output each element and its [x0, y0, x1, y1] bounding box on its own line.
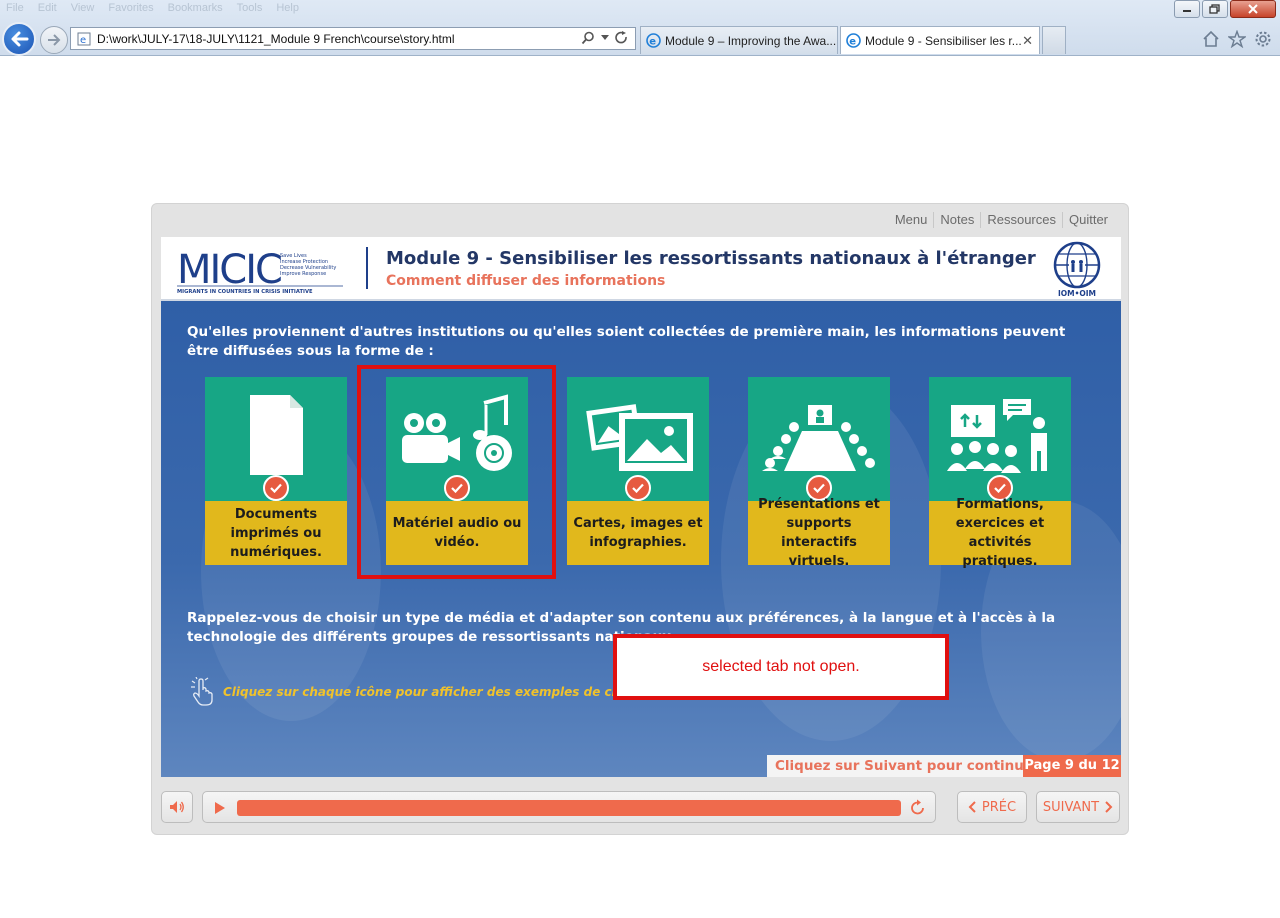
tab-improving-awareness[interactable]: e Module 9 – Improving the Awa...	[640, 26, 838, 54]
slide-body: Qu'elles proviennent d'autres institutio…	[161, 301, 1121, 777]
card-label: Documents imprimés ou numériques.	[205, 501, 347, 565]
home-icon[interactable]	[1202, 30, 1220, 48]
check-icon	[625, 475, 651, 501]
tab-label: Module 9 – Improving the Awa...	[665, 33, 837, 48]
ie-logo-icon: e	[646, 33, 661, 48]
svg-text:e: e	[849, 37, 856, 48]
forward-button[interactable]	[40, 26, 68, 54]
pointer-hand-icon	[191, 677, 213, 706]
close-window-button[interactable]	[1230, 0, 1276, 18]
close-icon	[1248, 4, 1258, 14]
svg-text:MIGRANTS IN COUNTRIES IN CRISI: MIGRANTS IN COUNTRIES IN CRISIS INITIATI…	[177, 289, 313, 295]
card-maps-images[interactable]: Cartes, images et infographies.	[567, 377, 709, 565]
image-gallery-icon	[586, 404, 693, 471]
menu-tools[interactable]: Tools	[237, 2, 263, 14]
window-controls	[1174, 0, 1276, 18]
training-session-icon	[947, 399, 1047, 473]
chevron-down-icon[interactable]	[601, 35, 609, 41]
header-divider	[366, 247, 368, 289]
prev-label: PRÉC	[981, 799, 1017, 815]
volume-button[interactable]	[161, 791, 193, 823]
star-icon[interactable]	[1228, 30, 1246, 48]
ie-page-icon: e	[77, 32, 91, 46]
restore-icon	[1209, 4, 1220, 14]
chevron-right-icon	[1105, 801, 1113, 813]
card-presentations[interactable]: Présentations et supports interactifs vi…	[748, 377, 890, 569]
address-text: D:\work\JULY-17\18-JULY\1121_Module 9 Fr…	[97, 31, 455, 46]
minimize-button[interactable]	[1174, 0, 1200, 18]
search-icon[interactable]	[581, 31, 595, 45]
check-icon	[263, 475, 289, 501]
annotation-box: selected tab not open.	[613, 634, 949, 700]
notes-link[interactable]: Notes	[933, 212, 980, 228]
page-title: Module 9 - Sensibiliser les ressortissan…	[386, 248, 1036, 269]
menu-edit[interactable]: Edit	[38, 2, 57, 14]
slide: MICIC Save Lives Increase Protection Dec…	[161, 237, 1121, 777]
refresh-icon[interactable]	[615, 31, 629, 45]
tab-sensibiliser[interactable]: e Module 9 - Sensibiliser les r... ✕	[840, 26, 1040, 54]
continue-prompt: Cliquez sur Suivant pour continuer	[767, 755, 1048, 777]
svg-text:IOM•OIM: IOM•OIM	[1058, 289, 1096, 298]
chevron-left-icon	[968, 801, 976, 813]
svg-text:e: e	[649, 37, 656, 48]
new-tab-button[interactable]	[1042, 26, 1066, 54]
menu-bar: File Edit View Favorites Bookmarks Tools…	[6, 2, 299, 14]
ie-logo-icon: e	[846, 33, 861, 48]
back-button[interactable]	[2, 22, 36, 56]
close-tab-icon[interactable]: ✕	[1022, 33, 1033, 49]
next-label: SUIVANT	[1042, 799, 1100, 815]
progress-bar[interactable]	[237, 800, 901, 816]
menu-favorites[interactable]: Favorites	[108, 2, 153, 14]
browser-chrome: File Edit View Favorites Bookmarks Tools…	[0, 0, 1280, 56]
address-bar[interactable]: e D:\work\JULY-17\18-JULY\1121_Module 9 …	[70, 27, 636, 50]
prev-button[interactable]: PRÉC	[957, 791, 1027, 823]
gear-icon[interactable]	[1254, 30, 1272, 48]
card-trainings[interactable]: Formations, exercices et activités prati…	[929, 377, 1071, 569]
card-label: Formations, exercices et activités prati…	[929, 497, 1071, 569]
micic-logo: MICIC Save Lives Increase Protection Dec…	[177, 247, 343, 295]
course-player: Menu Notes Ressources Quitter MICIC Save…	[151, 203, 1129, 835]
card-label: Présentations et supports interactifs vi…	[748, 497, 890, 569]
card-label: Cartes, images et infographies.	[567, 501, 709, 565]
menu-bookmarks[interactable]: Bookmarks	[168, 2, 223, 14]
speaker-icon	[170, 801, 184, 813]
menu-help[interactable]: Help	[276, 2, 299, 14]
menu-file[interactable]: File	[6, 2, 24, 14]
iom-logo: IOM•OIM	[1053, 241, 1101, 298]
page-number: Page 9 du 12	[1023, 755, 1121, 777]
svg-text:e: e	[80, 35, 86, 46]
arrow-left-icon	[11, 31, 29, 47]
menu-link[interactable]: Menu	[889, 212, 934, 228]
card-documents[interactable]: Documents imprimés ou numériques.	[205, 377, 347, 565]
selection-highlight	[357, 365, 556, 579]
seekbar[interactable]	[202, 791, 936, 823]
resources-link[interactable]: Ressources	[980, 212, 1062, 228]
next-button[interactable]: SUIVANT	[1036, 791, 1120, 823]
slide-header: MICIC Save Lives Increase Protection Dec…	[161, 237, 1121, 301]
meeting-presentation-icon	[762, 405, 875, 471]
restore-button[interactable]	[1202, 0, 1228, 18]
replay-icon[interactable]	[909, 799, 927, 817]
arrow-right-icon	[48, 34, 61, 46]
tab-label: Module 9 - Sensibiliser les r...	[865, 33, 1022, 48]
document-icon	[250, 395, 303, 475]
menu-view[interactable]: View	[71, 2, 95, 14]
minimize-icon	[1183, 10, 1191, 12]
player-top-menu: Menu Notes Ressources Quitter	[889, 212, 1114, 228]
svg-text:Improve Response: Improve Response	[280, 271, 326, 277]
intro-text: Qu'elles proviennent d'autres institutio…	[187, 324, 1066, 359]
quit-link[interactable]: Quitter	[1061, 212, 1114, 228]
page-subtitle: Comment diffuser des informations	[386, 273, 666, 289]
play-icon[interactable]	[214, 801, 226, 815]
